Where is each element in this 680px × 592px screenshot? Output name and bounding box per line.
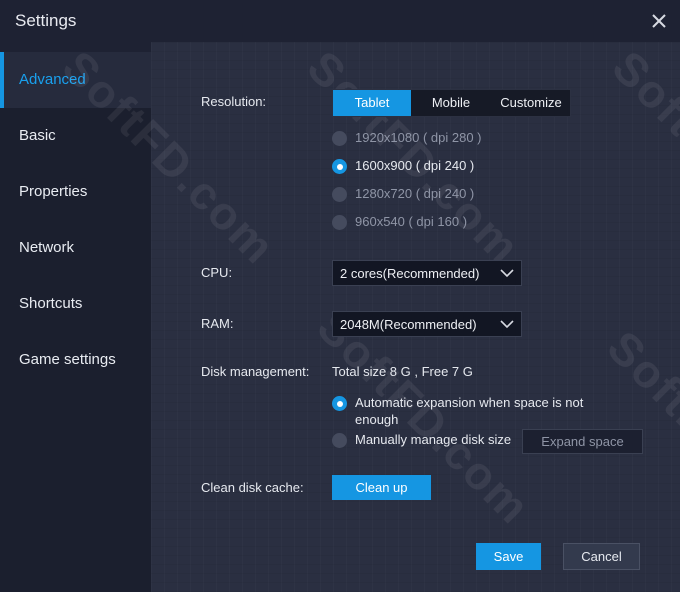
- disk-option-manual[interactable]: Manually manage disk size: [332, 431, 517, 451]
- sidebar-item-game-settings[interactable]: Game settings: [0, 332, 151, 388]
- resolution-option-label: 1600x900 ( dpi 240 ): [355, 158, 475, 173]
- tab-customize[interactable]: Customize: [491, 90, 571, 116]
- disk-option-automatic[interactable]: Automatic expansion when space is not en…: [332, 394, 602, 430]
- radio-checked: [332, 396, 347, 411]
- title-bar: Settings: [0, 0, 680, 42]
- resolution-option-960x540[interactable]: 960x540 ( dpi 160 ): [332, 213, 492, 233]
- cpu-select[interactable]: 2 cores(Recommended): [332, 260, 522, 286]
- tab-tablet[interactable]: Tablet: [333, 90, 411, 116]
- save-button[interactable]: Save: [476, 543, 541, 570]
- resolution-mode-tabs: Tablet Mobile Customize: [332, 89, 571, 117]
- resolution-option-1600x900[interactable]: 1600x900 ( dpi 240 ): [332, 157, 492, 177]
- cancel-button[interactable]: Cancel: [563, 543, 640, 570]
- sidebar-item-network[interactable]: Network: [0, 220, 151, 276]
- settings-sidebar: Advanced Basic Properties Network Shortc…: [0, 52, 151, 592]
- radio-unchecked: [332, 187, 347, 202]
- sidebar-item-label: Advanced: [19, 71, 86, 88]
- disk-option-manual-label: Manually manage disk size: [355, 432, 512, 447]
- sidebar-item-shortcuts[interactable]: Shortcuts: [0, 276, 151, 332]
- settings-window: Settings Advanced Basic Properties Netwo…: [0, 0, 680, 592]
- disk-option-auto-line2: enough: [355, 412, 399, 427]
- radio-unchecked: [332, 131, 347, 146]
- ram-label: RAM:: [201, 316, 234, 331]
- active-indicator: [0, 52, 4, 108]
- ram-value: 2048M(Recommended): [340, 317, 477, 332]
- expand-space-button[interactable]: Expand space: [522, 429, 643, 454]
- sidebar-item-label: Properties: [19, 183, 88, 200]
- close-button[interactable]: [646, 8, 672, 34]
- resolution-option-label: 1280x720 ( dpi 240 ): [355, 186, 475, 201]
- radio-checked: [332, 159, 347, 174]
- sidebar-item-label: Game settings: [19, 351, 116, 368]
- sidebar-item-label: Shortcuts: [19, 295, 83, 312]
- chevron-down-icon: [500, 320, 514, 329]
- radio-unchecked: [332, 215, 347, 230]
- radio-unchecked: [332, 433, 347, 448]
- sidebar-item-advanced[interactable]: Advanced: [0, 52, 151, 108]
- disk-management-label: Disk management:: [201, 364, 310, 379]
- tab-mobile[interactable]: Mobile: [411, 90, 491, 116]
- sidebar-item-basic[interactable]: Basic: [0, 108, 151, 164]
- resolution-option-label: 1920x1080 ( dpi 280 ): [355, 130, 482, 145]
- close-icon: [652, 14, 666, 28]
- resolution-label: Resolution:: [201, 94, 267, 109]
- cpu-label: CPU:: [201, 265, 233, 280]
- disk-option-auto-line1: Automatic expansion when space is not: [355, 395, 584, 410]
- cpu-value: 2 cores(Recommended): [340, 266, 480, 281]
- clean-cache-label: Clean disk cache:: [201, 480, 304, 495]
- resolution-option-label: 960x540 ( dpi 160 ): [355, 214, 468, 229]
- clean-up-button[interactable]: Clean up: [332, 475, 431, 500]
- disk-size-summary: Total size 8 G , Free 7 G: [332, 364, 473, 379]
- sidebar-item-properties[interactable]: Properties: [0, 164, 151, 220]
- chevron-down-icon: [500, 269, 514, 278]
- resolution-option-1920x1080[interactable]: 1920x1080 ( dpi 280 ): [332, 129, 492, 149]
- resolution-option-1280x720[interactable]: 1280x720 ( dpi 240 ): [332, 185, 492, 205]
- window-title: Settings: [15, 11, 77, 30]
- sidebar-item-label: Network: [19, 239, 75, 256]
- ram-select[interactable]: 2048M(Recommended): [332, 311, 522, 337]
- sidebar-item-label: Basic: [19, 127, 56, 144]
